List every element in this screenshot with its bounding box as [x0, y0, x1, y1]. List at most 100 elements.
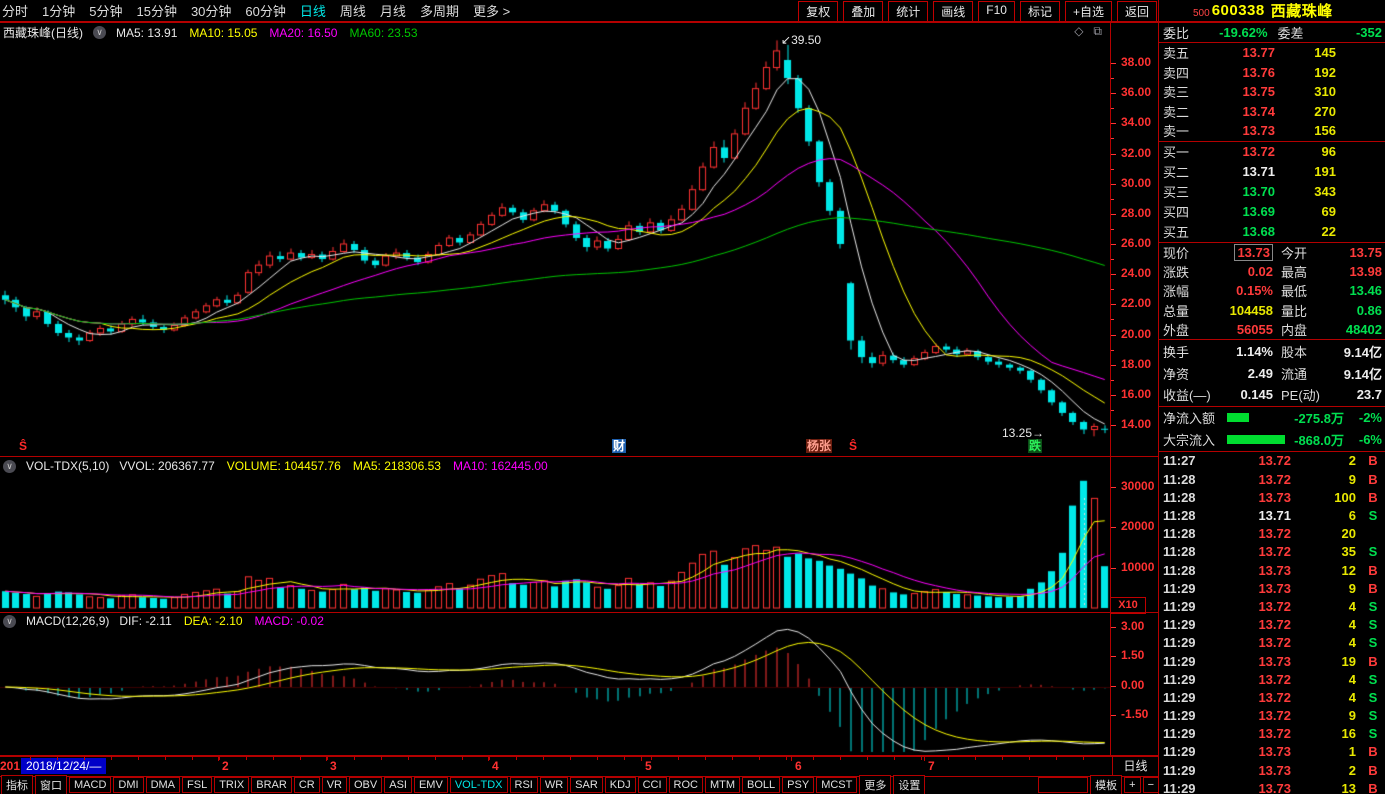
weibi-label: 委比 — [1163, 23, 1189, 42]
period-tab-5[interactable]: 60分钟 — [245, 1, 285, 20]
header-value-2: MA5: 218306.53 — [353, 459, 441, 473]
toolbar-button-3[interactable]: 画线 — [933, 1, 973, 22]
panel-button-0[interactable]: 指标 — [1, 775, 33, 794]
period-tab-8[interactable]: 月线 — [380, 1, 406, 20]
minor-tick — [300, 757, 301, 760]
toolbar-button-0[interactable]: 复权 — [798, 1, 838, 22]
indicator-button-2[interactable]: DMA — [146, 777, 180, 793]
indicator-button-8[interactable]: OBV — [349, 777, 382, 793]
minor-tick — [975, 757, 976, 760]
axis-tick — [1111, 123, 1116, 124]
indicator-button-5[interactable]: BRAR — [251, 777, 292, 793]
minor-tick — [1002, 757, 1003, 760]
indicator-button-13[interactable]: WR — [540, 777, 568, 793]
month-tick — [924, 757, 925, 761]
indicator-button-21[interactable]: MCST — [816, 777, 857, 793]
low-price-label: 13.25→ — [1002, 426, 1044, 440]
panel-button-1[interactable]: 窗口 — [35, 775, 67, 794]
indicator-button-19[interactable]: BOLL — [742, 777, 780, 793]
indicator-button-12[interactable]: RSI — [510, 777, 538, 793]
indicator-button-1[interactable]: DMI — [113, 777, 143, 793]
volume-canvas[interactable] — [0, 458, 1110, 612]
minor-tick — [1029, 757, 1030, 760]
indicator-button-3[interactable]: FSL — [182, 777, 212, 793]
minus-button[interactable]: − — [1143, 777, 1159, 793]
toolbar-button-1[interactable]: 叠加 — [843, 1, 883, 22]
period-tab-4[interactable]: 30分钟 — [191, 1, 231, 20]
chevron-down-icon[interactable]: ∨ — [3, 615, 16, 628]
indicator-button-4[interactable]: TRIX — [214, 777, 249, 793]
trade-row: 11:2713.722B — [1159, 452, 1385, 470]
indicator-button-15[interactable]: KDJ — [605, 777, 636, 793]
toolbar-button-6[interactable]: +自选 — [1065, 1, 1112, 22]
flow-row-0: 净流入额-275.8万-2% — [1159, 407, 1385, 429]
axis-tick — [1111, 199, 1114, 200]
indicator-button-20[interactable]: PSY — [782, 777, 814, 793]
macd-y-axis: 3.001.500.00-1.50 — [1110, 613, 1158, 755]
ma-values: MA5: 13.91MA10: 15.05MA20: 16.50MA60: 23… — [116, 26, 430, 40]
axis-tick — [1111, 78, 1114, 79]
month-tick — [641, 757, 642, 761]
period-tab-10[interactable]: 更多 > — [473, 1, 510, 20]
panel-divider — [0, 456, 1158, 457]
indicator-button-10[interactable]: EMV — [414, 777, 448, 793]
toolbar-button-5[interactable]: 标记 — [1020, 1, 1060, 22]
main-y-axis: 38.0036.0034.0032.0030.0028.0026.0024.00… — [1110, 22, 1158, 455]
main-chart-header: 西藏珠峰(日线) ∨ MA5: 13.91MA10: 15.05MA20: 16… — [3, 24, 430, 41]
event-marker-3: Ŝ — [848, 439, 858, 453]
toolbar-button-4[interactable]: F10 — [978, 1, 1015, 22]
period-tab-1[interactable]: 1分钟 — [42, 1, 75, 20]
chevron-down-icon[interactable]: ∨ — [3, 460, 16, 473]
axis-tick — [1111, 627, 1116, 628]
axis-label: 0.00 — [1121, 678, 1144, 692]
axis-label: 22.00 — [1121, 296, 1151, 310]
volume-y-axis: 300002000010000 — [1110, 458, 1158, 611]
indicator-button-7[interactable]: VR — [322, 777, 347, 793]
header-value-2: MACD: -0.02 — [255, 614, 324, 628]
more-button-0[interactable]: 更多 — [859, 775, 891, 794]
vol-values: VVOL: 206367.77VOLUME: 104457.76MA5: 218… — [119, 459, 559, 473]
indicator-button-0[interactable]: MACD — [69, 777, 111, 793]
minor-tick — [273, 757, 274, 760]
indicator-button-14[interactable]: SAR — [570, 777, 603, 793]
trade-row: 11:2913.7216S — [1159, 725, 1385, 743]
period-tab-6[interactable]: 日线 — [300, 1, 326, 20]
event-marker-2: 杨张 — [806, 439, 832, 453]
flow-row-1: 大宗流入-868.0万-6% — [1159, 429, 1385, 451]
axis-tick — [1111, 568, 1116, 569]
axis-tick — [1111, 138, 1114, 139]
axis-label: 30000 — [1121, 479, 1154, 493]
indicator-button-16[interactable]: CCI — [638, 777, 667, 793]
buy-row: 买三13.70343 — [1159, 182, 1385, 202]
period-tab-9[interactable]: 多周期 — [420, 1, 459, 20]
period-tab-0[interactable]: 分时 — [2, 1, 28, 20]
axis-label: 20000 — [1121, 519, 1154, 533]
axis-tick — [1111, 289, 1114, 290]
minor-tick — [1083, 757, 1084, 760]
sell-queue: 卖五13.77145卖四13.76192卖三13.75310卖二13.74270… — [1159, 43, 1385, 141]
candlestick-canvas[interactable] — [0, 22, 1110, 455]
indicator-button-18[interactable]: MTM — [705, 777, 740, 793]
indicator-button-9[interactable]: ASI — [384, 777, 412, 793]
macd-canvas[interactable] — [0, 613, 1110, 755]
indicator-button-11[interactable]: VOL-TDX — [450, 777, 508, 793]
period-tab-7[interactable]: 周线 — [340, 1, 366, 20]
diamond-icon[interactable]: ◇ — [1074, 24, 1083, 39]
chevron-down-icon[interactable]: ∨ — [93, 26, 106, 39]
template-button[interactable]: 模板 — [1090, 775, 1122, 794]
info-row: 收益(—)0.145PE(动)23.7 — [1159, 384, 1385, 406]
plus-button[interactable]: + — [1124, 777, 1140, 793]
toolbar-button-7[interactable]: 返回 — [1117, 1, 1157, 22]
toolbar-button-2[interactable]: 统计 — [888, 1, 928, 22]
axis-tick — [1111, 365, 1116, 366]
indicator-button-17[interactable]: ROC — [669, 777, 703, 793]
sell-row: 卖三13.75310 — [1159, 82, 1385, 102]
more-button-1[interactable]: 设置 — [893, 775, 925, 794]
minor-tick — [219, 757, 220, 760]
period-tab-3[interactable]: 15分钟 — [136, 1, 176, 20]
minor-tick — [732, 757, 733, 760]
month-label: 4 — [492, 759, 499, 773]
overlap-window-icon[interactable]: ⧉ — [1093, 24, 1102, 39]
indicator-button-6[interactable]: CR — [294, 777, 320, 793]
period-tab-2[interactable]: 5分钟 — [89, 1, 122, 20]
